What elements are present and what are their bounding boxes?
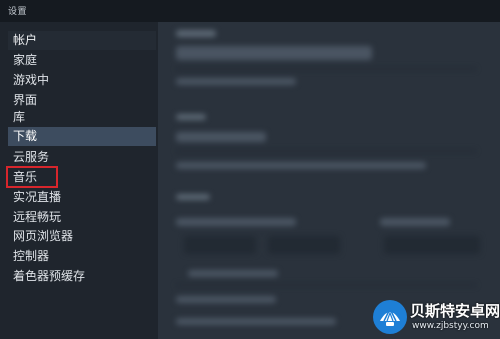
music-annotation-box [6,166,58,188]
sidebar-item-controller[interactable]: 控制器 [8,247,156,266]
sidebar-item-in-game[interactable]: 游戏中 [8,71,156,90]
watermark-name: 贝斯特安卓网 [410,302,500,320]
sidebar-item-library[interactable]: 库 [8,108,156,127]
sidebar-item-web-browser[interactable]: 网页浏览器 [8,227,156,246]
watermark-url: www.zjbstyy.com [412,321,489,331]
title-bar: 设置 [0,0,500,22]
sidebar-item-cloud[interactable]: 云服务 [8,148,156,167]
sidebar-item-remote-play[interactable]: 远程畅玩 [8,208,156,227]
blurred-settings-panel [158,22,500,339]
settings-content-blurred [158,22,500,339]
sidebar-item-account[interactable]: 帐户 [8,31,156,50]
site-watermark: 贝斯特安卓网 www.zjbstyy.com [370,297,500,339]
sidebar-item-family[interactable]: 家庭 [8,51,156,70]
window-title: 设置 [8,7,28,17]
sidebar-item-shader-cache[interactable]: 着色器预缓存 [8,267,156,286]
sidebar-item-broadcasting[interactable]: 实况直播 [8,188,156,207]
sidebar-item-downloads[interactable]: 下载 [8,127,156,146]
shell-logo-icon [373,300,407,334]
